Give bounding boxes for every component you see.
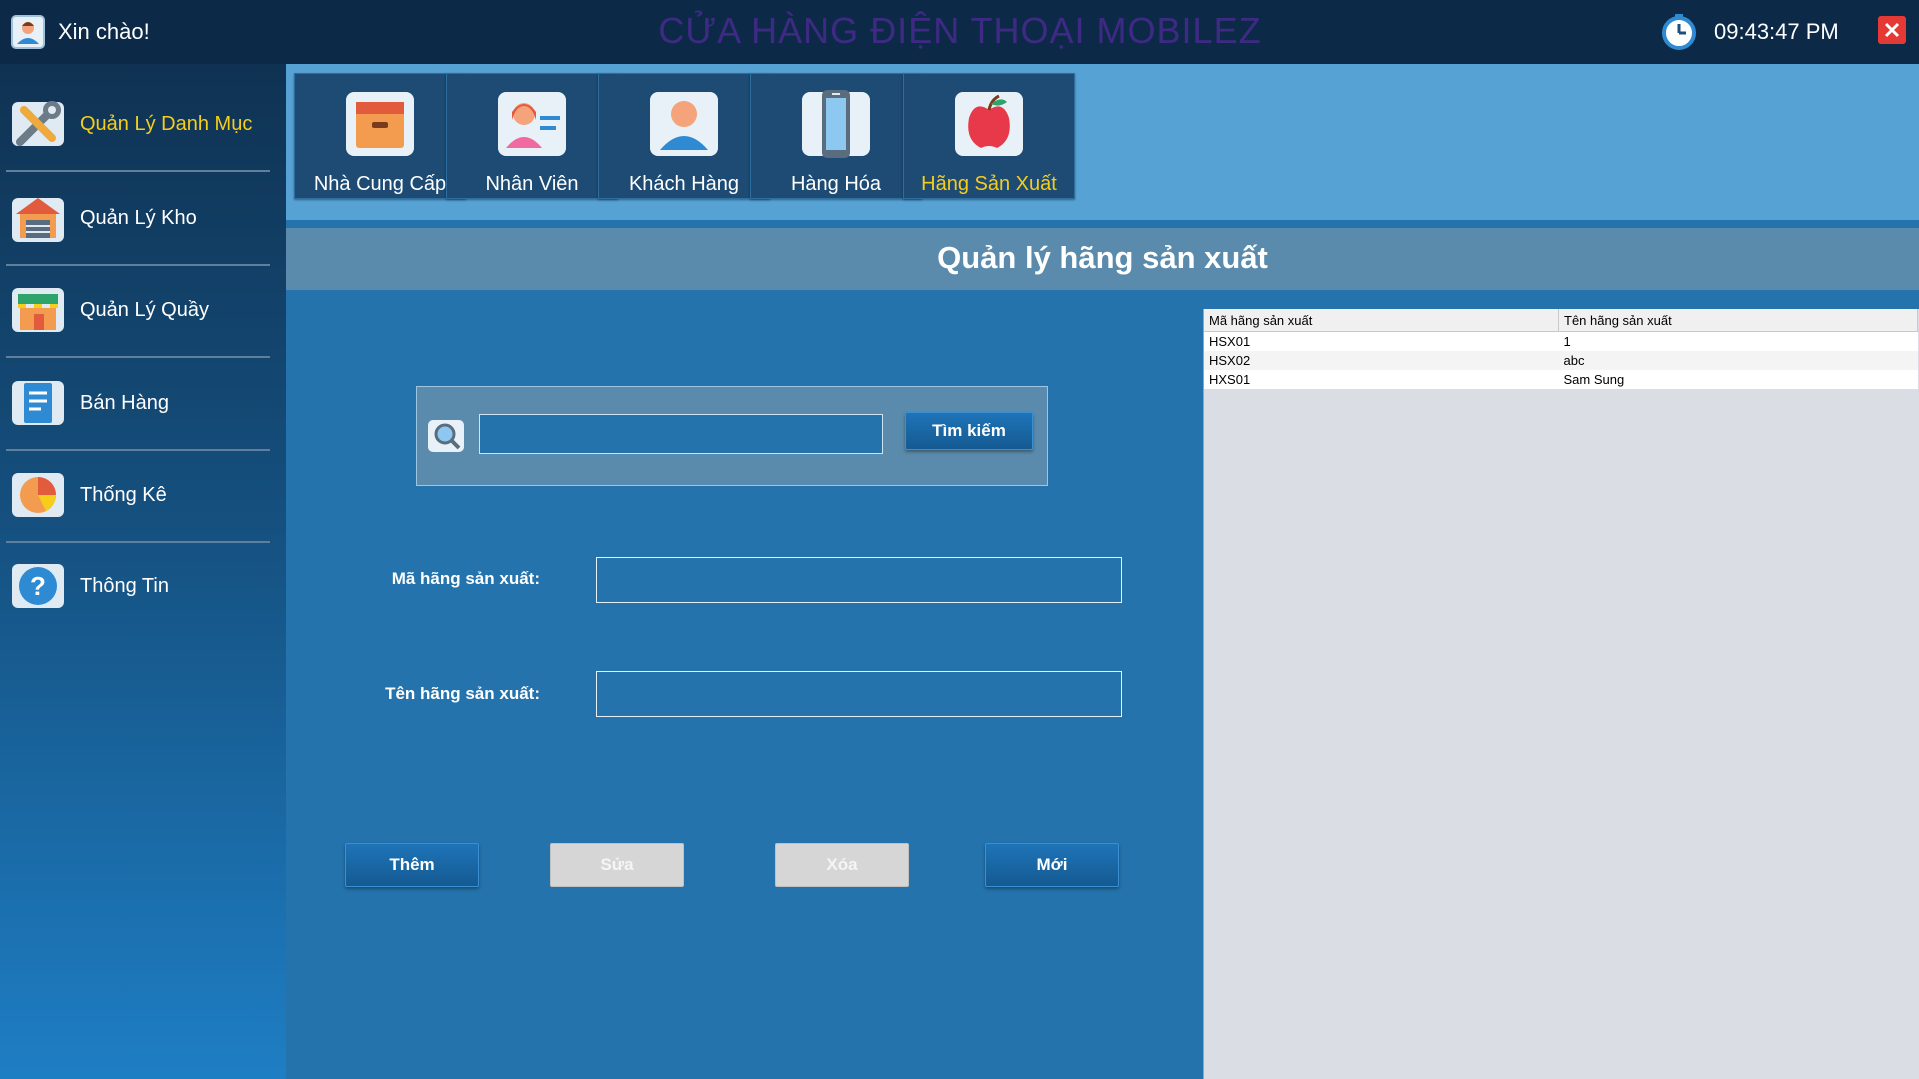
table-cell: Sam Sung: [1558, 370, 1918, 389]
sidebar-item-quan-ly-kho[interactable]: Quản Lý Kho: [6, 172, 270, 266]
tab-label: Nhân Viên: [485, 173, 579, 195]
close-icon: [1884, 22, 1900, 38]
receipt-icon: [12, 381, 64, 425]
apple-icon: [955, 92, 1023, 156]
customer-icon: [650, 92, 718, 156]
question-icon: ?: [12, 564, 64, 608]
supplier-box-icon: [346, 92, 414, 156]
manufacturer-code-field[interactable]: [596, 557, 1122, 603]
user-avatar-icon: [11, 15, 45, 49]
sidebar-item-label: Quản Lý Danh Mục: [80, 112, 253, 135]
tab-nhan-vien[interactable]: Nhân Viên: [446, 73, 618, 199]
search-panel: Tìm kiếm: [416, 386, 1048, 486]
sidebar-item-label: Quản Lý Quầy: [80, 298, 209, 321]
tab-khach-hang[interactable]: Khách Hàng: [598, 73, 770, 199]
name-label: Tên hãng sản xuất:: [385, 684, 540, 703]
tab-label: Hàng Hóa: [790, 173, 882, 195]
clock-time: 09:43:47 PM: [1714, 19, 1839, 44]
table-row[interactable]: HSX01 1: [1204, 331, 1918, 351]
employee-icon: [498, 92, 566, 156]
table-row[interactable]: HXS01 Sam Sung: [1204, 370, 1918, 389]
table-cell: HXS01: [1204, 370, 1559, 389]
greeting: Xin chào!: [8, 10, 150, 54]
sidebar-item-label: Thống Kê: [80, 483, 167, 506]
svg-text:?: ?: [30, 571, 46, 601]
tools-icon: [12, 101, 64, 146]
table-cell: 1: [1558, 331, 1918, 351]
tab-nha-cung-cap[interactable]: Nhà Cung Cấp: [294, 73, 466, 199]
manufacturer-table[interactable]: Mã hãng sản xuất Tên hãng sản xuất HSX01…: [1203, 309, 1919, 1079]
store-counter-icon: [12, 288, 64, 332]
clock: 09:43:47 PM: [1660, 10, 1839, 54]
page-header: Quản lý hãng sản xuất: [286, 228, 1919, 290]
sidebar-item-ban-hang[interactable]: Bán Hàng: [6, 357, 270, 451]
add-button[interactable]: Thêm: [345, 843, 479, 887]
page-title: Quản lý hãng sản xuất: [937, 240, 1268, 275]
pie-chart-icon: [12, 473, 64, 517]
category-toolbar: Nhà Cung Cấp Nhân Viên Khách Hàng Hàng H…: [286, 64, 1919, 220]
new-button[interactable]: Mới: [985, 843, 1119, 887]
edit-button[interactable]: Sửa: [550, 843, 684, 887]
search-icon: [428, 420, 464, 452]
column-header-code[interactable]: Mã hãng sản xuất: [1204, 309, 1559, 332]
column-header-name[interactable]: Tên hãng sản xuất: [1558, 309, 1918, 332]
app-title: CỬA HÀNG ĐIỆN THOẠI MOBILEZ: [658, 10, 1262, 51]
delete-button[interactable]: Xóa: [775, 843, 909, 887]
sidebar-item-thong-ke[interactable]: Thống Kê: [6, 449, 270, 543]
search-button[interactable]: Tìm kiếm: [905, 412, 1033, 450]
table-cell: abc: [1558, 351, 1918, 370]
tab-label: Nhà Cung Cấp: [313, 173, 447, 195]
sidebar-item-quan-ly-quay[interactable]: Quản Lý Quầy: [6, 264, 270, 358]
sidebar-item-label: Thông Tin: [80, 574, 169, 597]
sidebar-item-thong-tin[interactable]: ? Thông Tin: [6, 540, 270, 632]
greeting-text: Xin chào!: [58, 19, 150, 44]
table-cell: HSX01: [1204, 331, 1559, 351]
title-bar: Xin chào! CỬA HÀNG ĐIỆN THOẠI MOBILEZ 09…: [0, 0, 1919, 64]
warehouse-icon: [12, 198, 64, 242]
tab-label: Hãng Sản Xuất: [921, 173, 1057, 195]
tab-label: Khách Hàng: [628, 173, 740, 195]
code-label: Mã hãng sản xuất:: [391, 569, 540, 588]
sidebar-item-quan-ly-danh-muc[interactable]: Quản Lý Danh Mục: [6, 78, 270, 172]
tab-hang-hoa[interactable]: Hàng Hóa: [750, 73, 922, 199]
sidebar-item-label: Quản Lý Kho: [80, 206, 197, 229]
sidebar: Quản Lý Danh Mục Quản Lý Kho Quản Lý Quầ…: [0, 64, 286, 1079]
search-input[interactable]: [479, 414, 883, 454]
table-row[interactable]: HSX02 abc: [1204, 351, 1918, 370]
sidebar-item-label: Bán Hàng: [80, 391, 169, 414]
close-button[interactable]: [1878, 16, 1906, 44]
table-cell: HSX02: [1204, 351, 1559, 370]
manufacturer-name-field[interactable]: [596, 671, 1122, 717]
clock-icon: [1662, 14, 1696, 50]
phone-icon: [802, 90, 870, 158]
tab-hang-san-xuat[interactable]: Hãng Sản Xuất: [903, 73, 1075, 199]
table-header-row: Mã hãng sản xuất Tên hãng sản xuất: [1204, 309, 1918, 332]
